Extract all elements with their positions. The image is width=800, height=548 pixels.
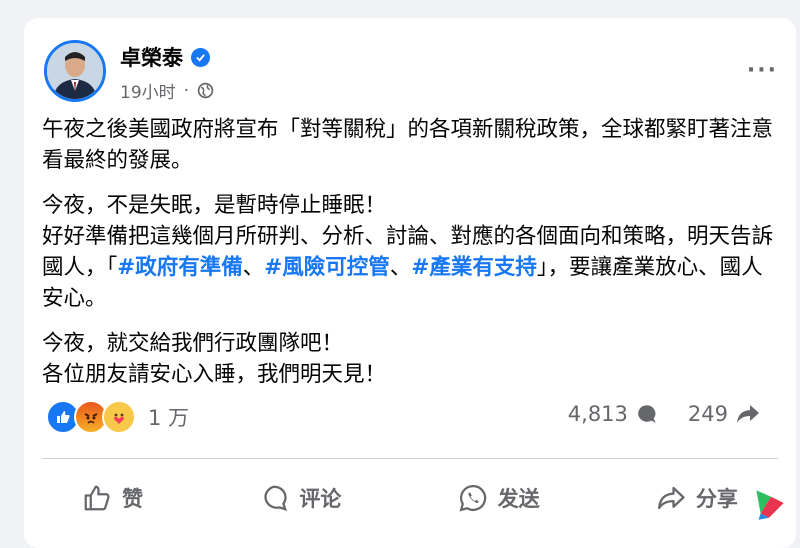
reaction-count: 1 万 xyxy=(148,406,190,430)
engagement-stats: 4,813 249 xyxy=(568,402,760,426)
share-label: 分享 xyxy=(695,487,738,511)
divider xyxy=(42,458,778,459)
watermark-logo-icon xyxy=(749,483,789,523)
action-bar: 赞 评论 发送 分享 xyxy=(24,472,796,524)
globe-icon xyxy=(197,82,214,99)
reaction-summary[interactable]: 1 万 xyxy=(46,399,189,435)
comment-label: 评论 xyxy=(299,487,342,511)
post-card: 卓榮泰 19小时 · ··· 午夜之後美國政府將宣布「對等關稅」的各項新關稅政策… xyxy=(24,18,796,548)
comment-count[interactable]: 4,813 xyxy=(568,402,628,426)
hashtag-government[interactable]: #政府有準備 xyxy=(117,255,243,280)
author-name[interactable]: 卓榮泰 xyxy=(120,42,183,72)
post-timestamp[interactable]: 19小时 xyxy=(120,78,176,103)
thumbs-up-icon xyxy=(84,485,110,511)
verified-badge-icon xyxy=(191,47,210,67)
paragraph-2: 今夜，不是失眠，是暫時停止睡眠！ 好好準備把這幾個月所研判、分析、討論、對應的各… xyxy=(42,190,782,314)
paragraph-3: 今夜，就交給我們行政團隊吧！ 各位朋友請安心入睡，我們明天見！ xyxy=(42,328,782,390)
paragraph-3-line-2: 各位朋友請安心入睡，我們明天見！ xyxy=(42,362,387,387)
separator: 、 xyxy=(389,255,412,280)
post-time: 19小时 · xyxy=(120,78,214,103)
like-button[interactable]: 赞 xyxy=(82,483,143,513)
hashtag-industry[interactable]: #產業有支持 xyxy=(411,255,537,280)
share-count-icon xyxy=(737,405,759,423)
like-label: 赞 xyxy=(122,487,144,511)
whatsapp-icon xyxy=(459,484,486,512)
post-body: 午夜之後美國政府將宣布「對等關稅」的各項新關稅政策，全球都緊盯著注意看最終的發展… xyxy=(42,114,782,404)
share-button[interactable]: 分享 xyxy=(656,483,738,513)
paragraph-3-line-1: 今夜，就交給我們行政團隊吧！ xyxy=(42,331,344,356)
paragraph-2-line-1: 今夜，不是失眠，是暫時停止睡眠！ xyxy=(42,193,387,218)
author-avatar[interactable] xyxy=(44,40,106,102)
author-name-row: 卓榮泰 xyxy=(120,42,210,72)
more-icon[interactable]: ··· xyxy=(747,58,778,83)
paragraph-1: 午夜之後美國政府將宣布「對等關稅」的各項新關稅政策，全球都緊盯著注意看最終的發展… xyxy=(42,117,774,173)
separator: 、 xyxy=(242,255,265,280)
share-count[interactable]: 249 xyxy=(688,402,728,426)
comment-icon xyxy=(264,485,288,512)
hashtag-risk[interactable]: #風險可控管 xyxy=(264,255,390,280)
care-reaction-icon xyxy=(102,400,136,434)
comment-count-icon xyxy=(638,405,656,423)
send-label: 发送 xyxy=(497,487,540,511)
share-icon xyxy=(657,486,685,510)
comment-button[interactable]: 评论 xyxy=(259,483,341,513)
send-button[interactable]: 发送 xyxy=(458,483,540,513)
